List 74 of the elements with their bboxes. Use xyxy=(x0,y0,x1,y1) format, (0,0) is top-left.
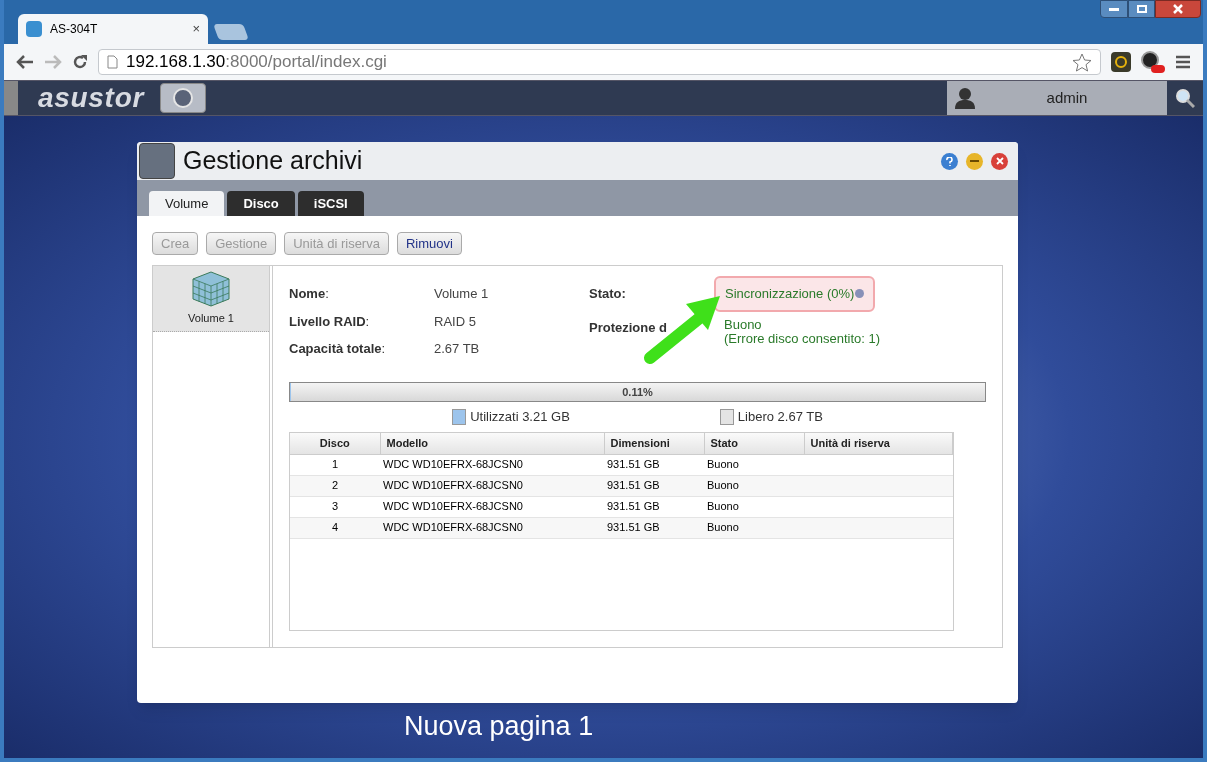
tab[interactable]: iSCSI xyxy=(297,191,364,216)
table-cell: WDC WD10EFRX-68JCSN0 xyxy=(380,475,604,496)
reload-icon[interactable] xyxy=(72,54,88,70)
close-icon xyxy=(995,157,1004,165)
table-cell: 931.51 GB xyxy=(604,496,704,517)
field-value: Buono xyxy=(724,317,763,332)
user-menu[interactable]: admin xyxy=(947,81,1167,115)
minimize-button[interactable] xyxy=(966,152,983,170)
app-icon xyxy=(26,21,42,37)
close-button[interactable] xyxy=(1155,0,1201,18)
storage-app-icon[interactable] xyxy=(160,83,207,113)
minimize-button[interactable] xyxy=(1100,0,1128,18)
usage-percent: 0.11% xyxy=(621,384,654,400)
volume-item[interactable]: Volume 1 xyxy=(153,266,269,332)
extension-icon[interactable] xyxy=(1111,52,1131,72)
table-cell: 3 xyxy=(290,496,380,517)
column-header[interactable]: Unità di riserva xyxy=(804,433,953,454)
toolbar-button[interactable]: Rimuovi xyxy=(396,232,462,255)
legend-label: Utilizzati 3.21 GB xyxy=(470,408,570,427)
column-header[interactable]: Disco xyxy=(290,433,380,454)
field-note: (Errore disco consentito: 1) xyxy=(724,331,881,346)
question-icon xyxy=(946,156,953,166)
search-icon xyxy=(1175,88,1195,108)
table-cell: 1 xyxy=(290,454,380,475)
field-label: Livello RAID: xyxy=(289,312,371,331)
menu-icon[interactable] xyxy=(1175,55,1191,69)
table-cell: WDC WD10EFRX-68JCSN0 xyxy=(380,454,604,475)
caption: Nuova pagina 1 xyxy=(404,710,594,743)
table-cell: WDC WD10EFRX-68JCSN0 xyxy=(380,517,604,538)
star-icon[interactable] xyxy=(1072,52,1092,72)
window-title: Gestione archivi xyxy=(183,145,364,177)
column-header[interactable]: Stato xyxy=(704,433,804,454)
table-cell: Buono xyxy=(704,475,804,496)
user-icon xyxy=(955,87,975,109)
download-icon[interactable] xyxy=(1141,51,1165,73)
status-value: Sincronizzazione (0%) xyxy=(725,285,855,303)
table-cell: Buono xyxy=(704,454,804,475)
new-tab-button[interactable] xyxy=(213,24,249,40)
close-icon[interactable]: × xyxy=(192,19,200,39)
table-cell: 4 xyxy=(290,517,380,538)
volume-label: Volume 1 xyxy=(188,311,234,327)
legend-label: Libero 2.67 TB xyxy=(737,408,823,427)
field-value: RAID 5 xyxy=(434,312,476,331)
help-button[interactable] xyxy=(941,152,958,170)
tab-title: AS-304T xyxy=(50,21,99,38)
field-label: Capacità totale: xyxy=(289,340,387,358)
table-cell: 931.51 GB xyxy=(604,475,704,496)
table-cell: 2 xyxy=(290,475,380,496)
browser-tab[interactable]: AS-304T × xyxy=(18,14,208,44)
field-label: Stato: xyxy=(589,286,626,301)
column-header[interactable]: Dimensioni xyxy=(604,433,704,454)
maximize-button[interactable] xyxy=(1128,0,1155,18)
table-cell: Buono xyxy=(704,517,804,538)
close-button[interactable] xyxy=(991,152,1008,170)
table-cell: 931.51 GB xyxy=(604,454,704,475)
info-icon[interactable] xyxy=(855,289,865,299)
table-cell: WDC WD10EFRX-68JCSN0 xyxy=(380,496,604,517)
tab[interactable]: Disco xyxy=(227,191,295,216)
address-bar[interactable]: 192.168.1.30:8000/portal/index.cgi xyxy=(98,49,1101,75)
field-label: Protezione d xyxy=(589,319,667,335)
column-header[interactable]: Modello xyxy=(380,433,604,454)
logo: asustor xyxy=(38,81,145,115)
sidebar-handle[interactable] xyxy=(4,81,18,115)
back-icon[interactable] xyxy=(16,55,34,69)
table-cell: Buono xyxy=(704,496,804,517)
cube-icon xyxy=(191,270,231,309)
field-value: Volume 1 xyxy=(434,285,489,303)
table-cell: 931.51 GB xyxy=(604,517,704,538)
close-icon xyxy=(1173,4,1183,14)
url-text: 192.168.1.30:8000/portal/index.cgi xyxy=(126,51,388,74)
page-icon xyxy=(107,55,118,69)
tab[interactable]: Volume xyxy=(149,191,225,216)
field-value: 2.67 TB xyxy=(434,340,480,358)
field-label: Nome: xyxy=(289,285,330,303)
